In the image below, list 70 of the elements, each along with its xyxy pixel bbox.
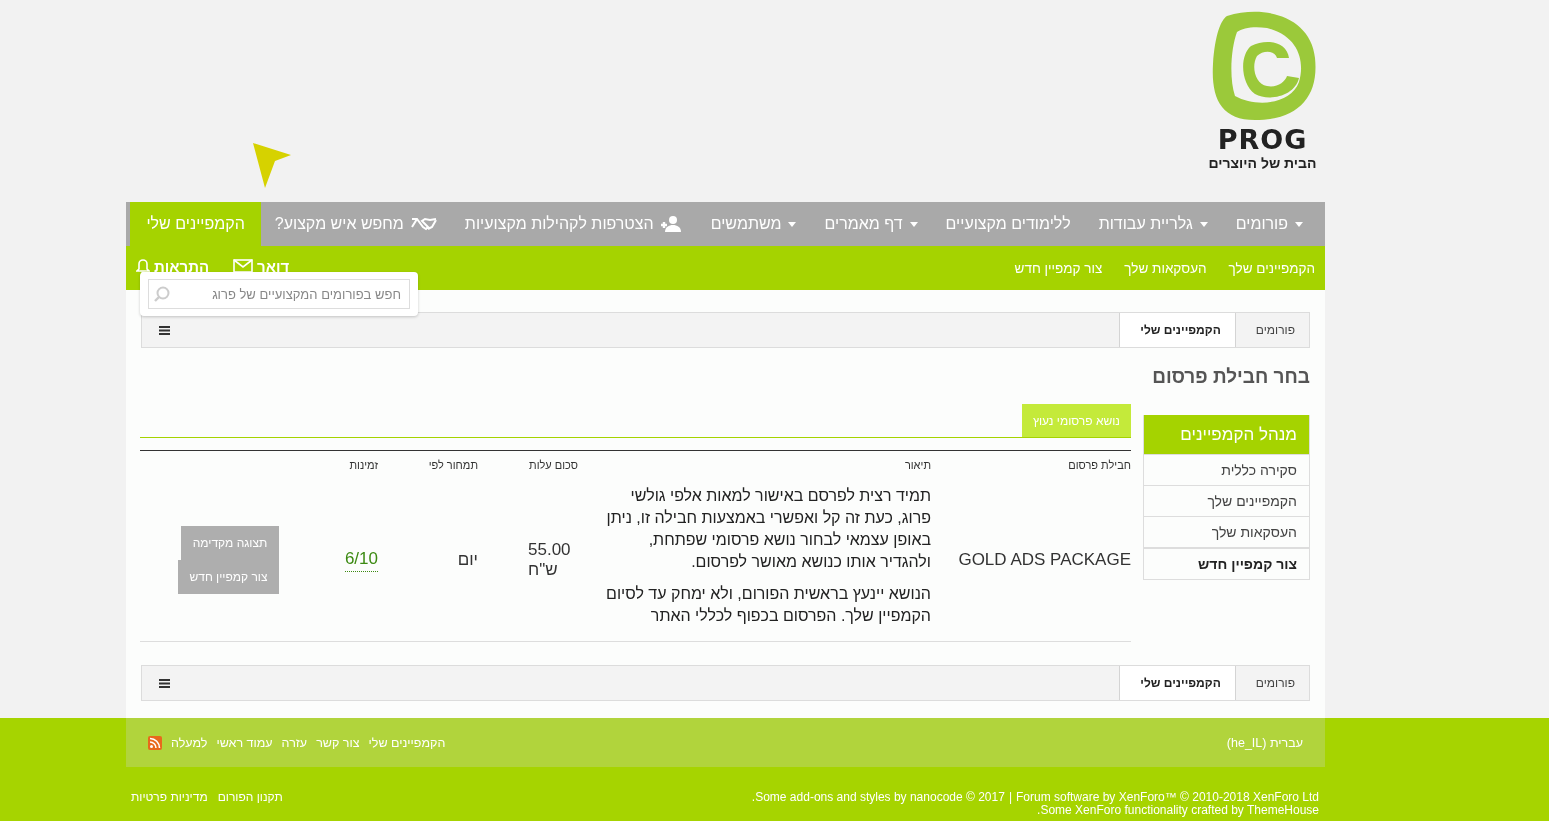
user-link-label: דואר bbox=[257, 257, 290, 275]
menu-icon[interactable] bbox=[159, 678, 170, 688]
nav-tab-label: גלריית עבודות bbox=[1098, 215, 1193, 233]
action-button[interactable]: צור קמפיין חדש bbox=[178, 560, 279, 594]
user-link-label: התראות bbox=[154, 257, 210, 275]
description-text: הנושא יינעץ בראשית הפורום, ולא ימחק עד לסיום הקמפיין שלך. הפרסום בכפוף לכללי האתר bbox=[605, 584, 931, 626]
search-field[interactable]: חפש בפורומים המקצועיים של פרוג bbox=[148, 279, 410, 309]
sidebar-item[interactable]: סקירה כללית bbox=[1144, 454, 1309, 485]
subnav-link[interactable]: העסקאות שלך bbox=[1124, 260, 1207, 276]
subnav-link[interactable]: צור קמפיין חדש bbox=[1014, 260, 1103, 276]
user-plus-icon bbox=[660, 216, 683, 232]
nav-tab[interactable]: פורומים bbox=[1221, 202, 1317, 246]
action-button[interactable]: תצוגה מקדימה bbox=[181, 526, 279, 560]
page-title: בחר חבילת פרסום bbox=[1151, 366, 1310, 389]
nav-tab[interactable]: מחפש איש מקצוע? bbox=[260, 202, 451, 246]
column-header: סכום עלות bbox=[528, 458, 578, 473]
nav-tab-label: פורומים bbox=[1235, 215, 1288, 233]
column-header: זמינות bbox=[348, 458, 378, 473]
theme-credit-text: Some XenForo functionality crafted by ThemeHouse. bbox=[1037, 804, 1319, 817]
user-link[interactable]: התראות bbox=[136, 257, 210, 275]
rss-icon[interactable] bbox=[148, 735, 162, 750]
caret-icon bbox=[788, 221, 797, 227]
pointer-arrow-icon bbox=[253, 143, 291, 188]
nav-tab[interactable]: גלריית עבודות bbox=[1084, 202, 1222, 246]
footer-link[interactable]: עזרה bbox=[281, 735, 308, 750]
search-icon bbox=[154, 286, 170, 302]
nav-tab-label: הקמפיינים שלי bbox=[146, 215, 245, 233]
user-link[interactable]: דואר bbox=[233, 257, 290, 275]
separator-text: | bbox=[1008, 791, 1012, 804]
footer-link[interactable]: צור קשר bbox=[316, 735, 360, 750]
nav-tab-label: ללימודים מקצועיים bbox=[945, 215, 1071, 233]
sidebar-item[interactable]: העסקאות שלך bbox=[1144, 516, 1309, 547]
package-name: GOLD ADS PACKAGE bbox=[958, 550, 1131, 570]
pricing-text: יום bbox=[457, 550, 478, 570]
legal-link[interactable]: מדיניות פרטיות bbox=[131, 791, 208, 817]
logo-wordmark: PROG bbox=[1217, 126, 1308, 153]
footer-link[interactable]: עמוד ראשי bbox=[216, 735, 273, 750]
caret-icon bbox=[1295, 221, 1303, 227]
column-header: תיאור bbox=[903, 458, 931, 473]
tab[interactable]: נושא פרסומי נעוץ bbox=[1021, 404, 1131, 437]
availability-text: 6/10 bbox=[344, 548, 378, 572]
footer-link[interactable]: הקמפיינים שלי bbox=[368, 735, 446, 750]
column-header: חבילת פרסום bbox=[1067, 458, 1131, 473]
sidebar-item[interactable]: צור קמפיין חדש bbox=[1144, 547, 1309, 579]
nav-tab-label: משתמשים bbox=[710, 215, 782, 233]
footer-link[interactable]: למעלה bbox=[171, 735, 208, 750]
logo-tagline: הבית של היוצרים bbox=[1208, 155, 1317, 171]
nav-tab[interactable]: ללימודים מקצועיים bbox=[931, 202, 1085, 246]
sidebar-title: מנהל הקמפיינים bbox=[1144, 415, 1309, 454]
nav-tab[interactable]: דף מאמרים bbox=[810, 202, 932, 246]
caret-icon bbox=[1199, 221, 1208, 227]
breadcrumb-link[interactable]: הקמפיינים שלי bbox=[1119, 313, 1235, 347]
sidebar-item[interactable]: הקמפיינים שלך bbox=[1144, 485, 1309, 516]
legal-link[interactable]: תקנון הפורום bbox=[217, 791, 283, 817]
caret-icon bbox=[909, 221, 918, 227]
cost-text: 55.00 ש"ח bbox=[528, 540, 572, 580]
nav-tab-label: דף מאמרים bbox=[824, 215, 903, 233]
menu-icon[interactable] bbox=[159, 325, 170, 335]
language-chooser[interactable]: עברית (he_IL) bbox=[1226, 735, 1303, 750]
column-header: תמחור לפי bbox=[427, 458, 478, 473]
nav-tab[interactable]: הצטרפות לקהילות מקצועיות bbox=[450, 202, 697, 246]
nav-tab-label: הצטרפות לקהילות מקצועיות bbox=[464, 215, 654, 233]
breadcrumb-link[interactable]: הקמפיינים שלי bbox=[1119, 666, 1235, 700]
description-text: תמיד רצית לפרסם באישור למאות אלפי גולשי פרוג, כעת זה קל ואפשרי באמצעות חבילה זו, ניתן באופן עצמאי לבחור נושא פרסומי שפתחת, ולהגדיר אותו כנושא מאושר לפרסום. bbox=[605, 486, 931, 572]
subnav-link[interactable]: הקמפיינים שלך bbox=[1228, 260, 1315, 276]
nav-tab[interactable]: משתמשים bbox=[696, 202, 811, 246]
nav-tab-label: מחפש איש מקצוע? bbox=[274, 215, 404, 233]
nav-tab[interactable]: הקמפיינים שלי bbox=[130, 202, 261, 246]
addons-credit-text: Some add-ons and styles by nanocode © 2017. bbox=[751, 791, 1005, 804]
copyright-text: Forum software by XenForo™ © 2010-2018 XenForo Ltd bbox=[1016, 791, 1319, 804]
